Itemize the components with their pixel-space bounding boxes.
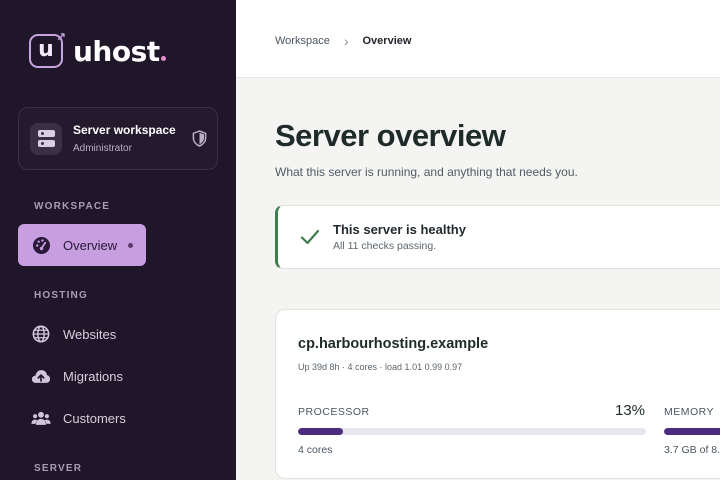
sidebar-item-websites[interactable]: Websites bbox=[18, 313, 146, 355]
section-label-server: SERVER bbox=[34, 463, 83, 474]
sidebar-item-migrations[interactable]: Migrations bbox=[18, 355, 146, 397]
workspace-switcher[interactable]: Server workspace Administrator bbox=[18, 107, 218, 170]
chevron-right-icon: › bbox=[343, 33, 349, 49]
processor-label: PROCESSOR bbox=[298, 406, 370, 418]
health-title: This server is healthy bbox=[333, 222, 466, 237]
breadcrumb-workspace[interactable]: Workspace bbox=[275, 35, 330, 47]
shield-icon bbox=[192, 130, 207, 147]
processor-value: 13% bbox=[615, 402, 646, 419]
workspace-title: Server workspace bbox=[73, 123, 176, 137]
server-hostname: cp.harbourhosting.example bbox=[298, 336, 489, 352]
processor-usage-fill bbox=[298, 428, 344, 435]
globe-icon bbox=[31, 324, 51, 344]
health-status-banner: This server is healthy All 11 checks pas… bbox=[275, 205, 720, 269]
top-bar: Workspace › Overview bbox=[236, 0, 720, 78]
health-detail: All 11 checks passing. bbox=[333, 240, 437, 252]
cloud-upload-icon bbox=[31, 366, 51, 386]
brand-name: uhost bbox=[73, 35, 166, 68]
uhost-logo-icon: u ↗ bbox=[29, 30, 66, 68]
sidebar-item-customers[interactable]: Customers bbox=[18, 397, 146, 439]
workspace-role: Administrator bbox=[73, 143, 132, 154]
breadcrumb-current: Overview bbox=[362, 35, 412, 47]
memory-label: MEMORY bbox=[664, 406, 715, 418]
page-subtitle: What this server is running, and anythin… bbox=[275, 165, 578, 179]
dashboard-gauge-icon bbox=[31, 235, 51, 255]
memory-detail: 3.7 GB of 8. bbox=[664, 444, 720, 456]
section-label-workspace: WORKSPACE bbox=[34, 201, 111, 212]
server-icon bbox=[30, 122, 62, 155]
section-label-hosting: HOSTING bbox=[34, 290, 88, 301]
brand-logo[interactable]: u ↗ uhost bbox=[29, 30, 166, 68]
sidebar-item-overview[interactable]: Overview bbox=[18, 224, 146, 266]
server-meta: Up 39d 8h · 4 cores · load 1.01 0.99 0.9… bbox=[298, 362, 463, 372]
sidebar-item-label: Websites bbox=[63, 326, 117, 342]
users-icon bbox=[31, 408, 51, 428]
sidebar: u ↗ uhost Server workspace Administrator … bbox=[0, 0, 236, 480]
processor-cores: 4 cores bbox=[298, 444, 333, 456]
server-card: cp.harbourhosting.example Up 39d 8h · 4 … bbox=[275, 309, 720, 479]
sidebar-item-label: Migrations bbox=[63, 368, 123, 384]
breadcrumb: Workspace › Overview bbox=[275, 33, 411, 49]
active-indicator bbox=[128, 242, 133, 248]
processor-usage-bar bbox=[298, 428, 646, 435]
memory-usage-fill bbox=[664, 428, 720, 435]
check-icon bbox=[300, 229, 320, 245]
page-title: Server overview bbox=[275, 118, 506, 153]
sidebar-item-label: Customers bbox=[63, 410, 126, 426]
sidebar-item-label: Overview bbox=[63, 237, 118, 253]
memory-usage-bar bbox=[664, 428, 720, 435]
